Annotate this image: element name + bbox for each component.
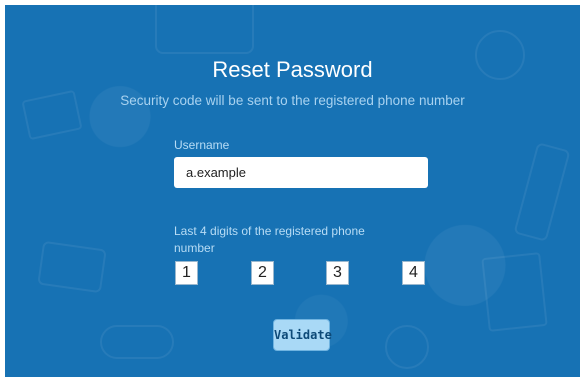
phone-digits-label: Last 4 digits of the registered phone nu… (174, 224, 365, 255)
validate-button[interactable]: Validate (273, 319, 332, 351)
background-doodle (481, 252, 548, 332)
background-doodle (37, 240, 107, 294)
background-doodle (155, 5, 254, 54)
background-doodle (385, 325, 429, 369)
username-label: Username (174, 138, 230, 152)
page-subtitle: Security code will be sent to the regist… (120, 93, 465, 108)
username-input[interactable] (174, 157, 428, 188)
reset-password-panel: Reset Password Security code will be sen… (5, 5, 580, 377)
phone-digit-3-input[interactable] (326, 261, 349, 285)
phone-digit-4-input[interactable] (402, 261, 425, 285)
page-title: Reset Password (212, 57, 373, 82)
phone-digit-2-input[interactable] (251, 261, 274, 285)
background-doodle (513, 142, 571, 242)
phone-digit-1-input[interactable] (175, 261, 198, 285)
background-doodle (100, 325, 174, 359)
